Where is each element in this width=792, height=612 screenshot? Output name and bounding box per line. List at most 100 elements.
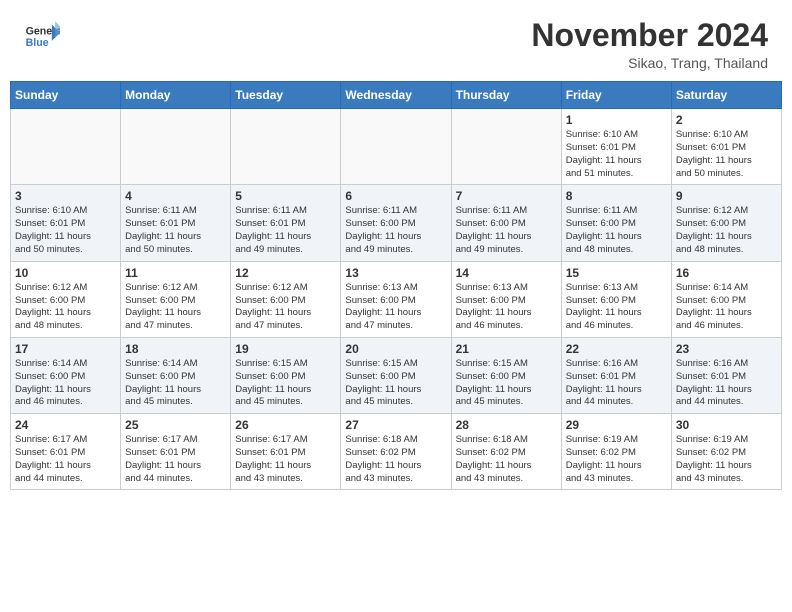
calendar-cell <box>11 109 121 185</box>
day-number: 18 <box>125 342 226 356</box>
day-number: 21 <box>456 342 557 356</box>
day-info: Sunrise: 6:15 AMSunset: 6:00 PMDaylight:… <box>345 358 446 409</box>
day-info: Sunrise: 6:11 AMSunset: 6:00 PMDaylight:… <box>456 205 557 256</box>
day-info: Sunrise: 6:12 AMSunset: 6:00 PMDaylight:… <box>15 282 116 333</box>
calendar-cell: 12 Sunrise: 6:12 AMSunset: 6:00 PMDayligh… <box>231 261 341 337</box>
calendar-body: 1 Sunrise: 6:10 AMSunset: 6:01 PMDaylight… <box>11 109 782 490</box>
day-info: Sunrise: 6:11 AMSunset: 6:00 PMDaylight:… <box>566 205 667 256</box>
calendar-cell: 21 Sunrise: 6:15 AMSunset: 6:00 PMDayligh… <box>451 337 561 413</box>
day-info: Sunrise: 6:14 AMSunset: 6:00 PMDaylight:… <box>676 282 777 333</box>
calendar-cell: 14 Sunrise: 6:13 AMSunset: 6:00 PMDayligh… <box>451 261 561 337</box>
day-number: 30 <box>676 418 777 432</box>
day-number: 8 <box>566 189 667 203</box>
day-number: 9 <box>676 189 777 203</box>
page-header: General Blue November 2024 Sikao, Trang,… <box>0 0 792 81</box>
location: Sikao, Trang, Thailand <box>531 55 768 71</box>
calendar-cell <box>451 109 561 185</box>
logo-icon: General Blue <box>24 18 60 54</box>
calendar-week-row: 24Sunrise: 6:17 AMSunset: 6:01 PMDayligh… <box>11 414 782 490</box>
day-info: Sunrise: 6:15 AMSunset: 6:00 PMDaylight:… <box>235 358 336 409</box>
day-number: 14 <box>456 266 557 280</box>
day-number: 4 <box>125 189 226 203</box>
calendar-cell: 29 Sunrise: 6:19 AMSunset: 6:02 PMDayligh… <box>561 414 671 490</box>
logo: General Blue <box>24 18 60 54</box>
day-number: 20 <box>345 342 446 356</box>
calendar-week-row: 3 Sunrise: 6:10 AMSunset: 6:01 PMDaylight… <box>11 185 782 261</box>
day-info: Sunrise: 6:14 AMSunset: 6:00 PMDaylight:… <box>15 358 116 409</box>
calendar-cell: 11 Sunrise: 6:12 AMSunset: 6:00 PMDayligh… <box>121 261 231 337</box>
day-number: 3 <box>15 189 116 203</box>
calendar-table: SundayMondayTuesdayWednesdayThursdayFrid… <box>10 81 782 490</box>
calendar-cell: 23 Sunrise: 6:16 AMSunset: 6:01 PMDayligh… <box>671 337 781 413</box>
day-number: 11 <box>125 266 226 280</box>
calendar-cell: 20 Sunrise: 6:15 AMSunset: 6:00 PMDayligh… <box>341 337 451 413</box>
weekday-header-friday: Friday <box>561 82 671 109</box>
weekday-header-sunday: Sunday <box>11 82 121 109</box>
day-number: 23 <box>676 342 777 356</box>
day-number: 29 <box>566 418 667 432</box>
day-number: 1 <box>566 113 667 127</box>
day-info: Sunrise: 6:12 AMSunset: 6:00 PMDaylight:… <box>676 205 777 256</box>
day-info: Sunrise: 6:10 AMSunset: 6:01 PMDaylight:… <box>15 205 116 256</box>
day-info: Sunrise: 6:10 AMSunset: 6:01 PMDaylight:… <box>676 129 777 180</box>
calendar-cell: 6Sunrise: 6:11 AMSunset: 6:00 PMDaylight… <box>341 185 451 261</box>
day-info: Sunrise: 6:12 AMSunset: 6:00 PMDaylight:… <box>125 282 226 333</box>
day-number: 27 <box>345 418 446 432</box>
day-info: Sunrise: 6:12 AMSunset: 6:00 PMDaylight:… <box>235 282 336 333</box>
day-info: Sunrise: 6:17 AMSunset: 6:01 PMDaylight:… <box>15 434 116 485</box>
day-number: 25 <box>125 418 226 432</box>
calendar-cell <box>231 109 341 185</box>
weekday-header-thursday: Thursday <box>451 82 561 109</box>
calendar-week-row: 10 Sunrise: 6:12 AMSunset: 6:00 PMDayligh… <box>11 261 782 337</box>
svg-text:Blue: Blue <box>26 37 49 49</box>
calendar-cell: 13 Sunrise: 6:13 AMSunset: 6:00 PMDayligh… <box>341 261 451 337</box>
calendar-cell: 28 Sunrise: 6:18 AMSunset: 6:02 PMDayligh… <box>451 414 561 490</box>
day-number: 28 <box>456 418 557 432</box>
day-info: Sunrise: 6:19 AMSunset: 6:02 PMDaylight:… <box>676 434 777 485</box>
day-number: 19 <box>235 342 336 356</box>
calendar-header: SundayMondayTuesdayWednesdayThursdayFrid… <box>11 82 782 109</box>
calendar-cell <box>341 109 451 185</box>
month-title: November 2024 <box>531 18 768 53</box>
day-info: Sunrise: 6:15 AMSunset: 6:00 PMDaylight:… <box>456 358 557 409</box>
day-info: Sunrise: 6:13 AMSunset: 6:00 PMDaylight:… <box>566 282 667 333</box>
calendar-cell: 4Sunrise: 6:11 AMSunset: 6:01 PMDaylight… <box>121 185 231 261</box>
day-info: Sunrise: 6:10 AMSunset: 6:01 PMDaylight:… <box>566 129 667 180</box>
calendar-cell: 27 Sunrise: 6:18 AMSunset: 6:02 PMDayligh… <box>341 414 451 490</box>
weekday-header-row: SundayMondayTuesdayWednesdayThursdayFrid… <box>11 82 782 109</box>
calendar-cell: 10 Sunrise: 6:12 AMSunset: 6:00 PMDayligh… <box>11 261 121 337</box>
day-number: 26 <box>235 418 336 432</box>
calendar-cell: 5Sunrise: 6:11 AMSunset: 6:01 PMDaylight… <box>231 185 341 261</box>
day-number: 17 <box>15 342 116 356</box>
calendar-cell: 25Sunrise: 6:17 AMSunset: 6:01 PMDayligh… <box>121 414 231 490</box>
day-number: 10 <box>15 266 116 280</box>
calendar-cell: 7 Sunrise: 6:11 AMSunset: 6:00 PMDaylight… <box>451 185 561 261</box>
calendar-cell: 15 Sunrise: 6:13 AMSunset: 6:00 PMDayligh… <box>561 261 671 337</box>
day-number: 7 <box>456 189 557 203</box>
calendar-cell: 3 Sunrise: 6:10 AMSunset: 6:01 PMDaylight… <box>11 185 121 261</box>
calendar-cell: 18 Sunrise: 6:14 AMSunset: 6:00 PMDayligh… <box>121 337 231 413</box>
day-number: 16 <box>676 266 777 280</box>
calendar-week-row: 1 Sunrise: 6:10 AMSunset: 6:01 PMDaylight… <box>11 109 782 185</box>
day-info: Sunrise: 6:13 AMSunset: 6:00 PMDaylight:… <box>456 282 557 333</box>
day-info: Sunrise: 6:16 AMSunset: 6:01 PMDaylight:… <box>676 358 777 409</box>
day-number: 12 <box>235 266 336 280</box>
day-number: 2 <box>676 113 777 127</box>
day-info: Sunrise: 6:13 AMSunset: 6:00 PMDaylight:… <box>345 282 446 333</box>
calendar-cell: 1 Sunrise: 6:10 AMSunset: 6:01 PMDaylight… <box>561 109 671 185</box>
calendar-cell: 16 Sunrise: 6:14 AMSunset: 6:00 PMDayligh… <box>671 261 781 337</box>
weekday-header-saturday: Saturday <box>671 82 781 109</box>
calendar-cell: 24Sunrise: 6:17 AMSunset: 6:01 PMDayligh… <box>11 414 121 490</box>
day-info: Sunrise: 6:18 AMSunset: 6:02 PMDaylight:… <box>345 434 446 485</box>
weekday-header-tuesday: Tuesday <box>231 82 341 109</box>
day-info: Sunrise: 6:19 AMSunset: 6:02 PMDaylight:… <box>566 434 667 485</box>
day-info: Sunrise: 6:11 AMSunset: 6:01 PMDaylight:… <box>235 205 336 256</box>
day-number: 13 <box>345 266 446 280</box>
calendar-cell: 9 Sunrise: 6:12 AMSunset: 6:00 PMDaylight… <box>671 185 781 261</box>
calendar-week-row: 17 Sunrise: 6:14 AMSunset: 6:00 PMDayligh… <box>11 337 782 413</box>
calendar-cell <box>121 109 231 185</box>
weekday-header-wednesday: Wednesday <box>341 82 451 109</box>
day-info: Sunrise: 6:18 AMSunset: 6:02 PMDaylight:… <box>456 434 557 485</box>
day-number: 15 <box>566 266 667 280</box>
day-info: Sunrise: 6:14 AMSunset: 6:00 PMDaylight:… <box>125 358 226 409</box>
